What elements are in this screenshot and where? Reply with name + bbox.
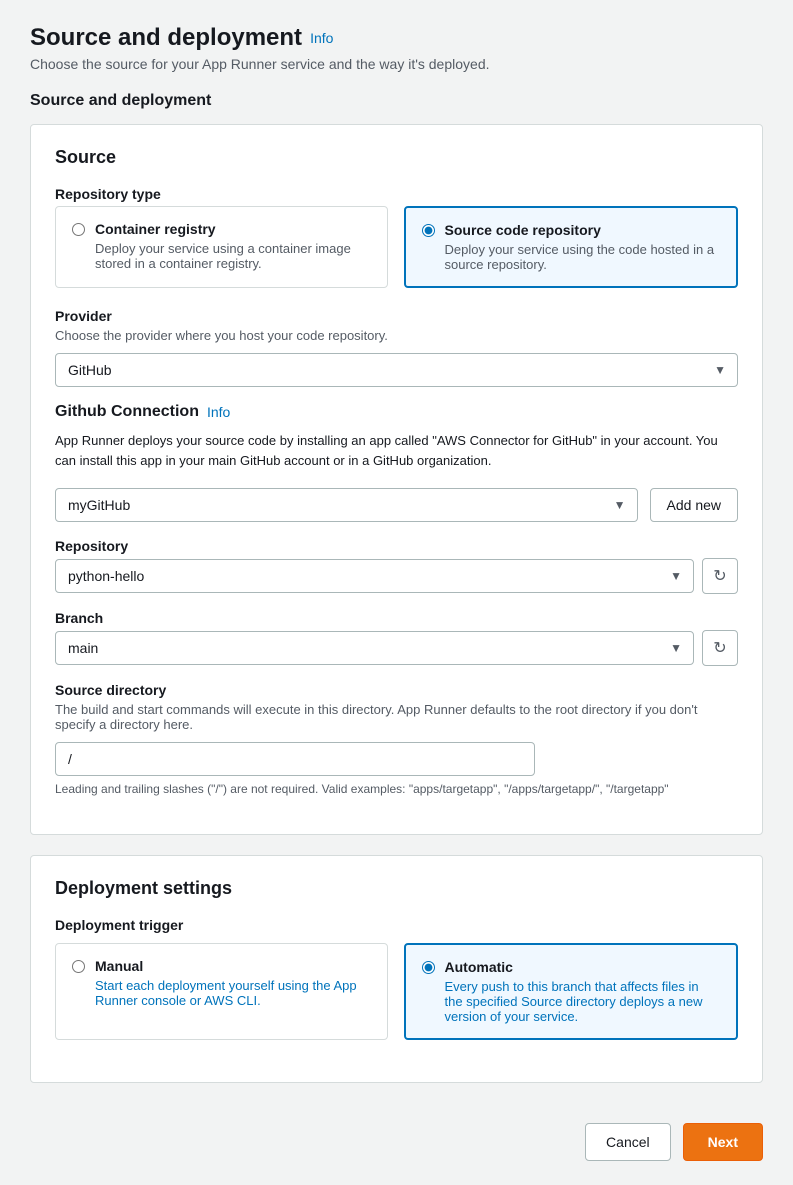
branch-label: Branch bbox=[55, 610, 738, 626]
add-new-button[interactable]: Add new bbox=[650, 488, 738, 522]
automatic-trigger-desc: Every push to this branch that affects f… bbox=[445, 979, 721, 1024]
source-code-repository-content: Source code repository Deploy your servi… bbox=[445, 222, 721, 272]
connection-row: myGitHub ▼ Add new bbox=[55, 488, 738, 522]
source-code-repository-radio[interactable] bbox=[422, 224, 435, 237]
footer-bar: Cancel Next bbox=[30, 1103, 763, 1161]
container-registry-radio[interactable] bbox=[72, 223, 85, 236]
branch-select-wrapper: main ▼ bbox=[55, 631, 694, 665]
source-code-repository-desc: Deploy your service using the code hoste… bbox=[445, 242, 721, 272]
container-registry-option[interactable]: Container registry Deploy your service u… bbox=[55, 206, 388, 288]
automatic-trigger-radio[interactable] bbox=[422, 961, 435, 974]
repository-select-wrapper: python-hello ▼ bbox=[55, 559, 694, 593]
deployment-settings-card: Deployment settings Deployment trigger M… bbox=[30, 855, 763, 1083]
branch-refresh-button[interactable]: ↻ bbox=[702, 630, 738, 666]
source-card: Source Repository type Container registr… bbox=[30, 124, 763, 835]
repository-label: Repository bbox=[55, 538, 738, 554]
github-connection-header: Github Connection Info bbox=[55, 403, 738, 421]
github-connection-desc: App Runner deploys your source code by i… bbox=[55, 431, 738, 470]
page-subtitle: Choose the source for your App Runner se… bbox=[30, 56, 763, 72]
source-input-row bbox=[55, 742, 738, 776]
manual-trigger-radio[interactable] bbox=[72, 960, 85, 973]
automatic-trigger-option[interactable]: Automatic Every push to this branch that… bbox=[404, 943, 739, 1040]
source-directory-hint: Leading and trailing slashes ("/") are n… bbox=[55, 782, 738, 796]
repository-row: python-hello ▼ ↻ bbox=[55, 558, 738, 594]
provider-select-wrapper: GitHub ▼ bbox=[55, 353, 738, 387]
source-code-repository-option[interactable]: Source code repository Deploy your servi… bbox=[404, 206, 739, 288]
manual-trigger-content: Manual Start each deployment yourself us… bbox=[95, 958, 371, 1008]
branch-row: main ▼ ↻ bbox=[55, 630, 738, 666]
container-registry-desc: Deploy your service using a container im… bbox=[95, 241, 371, 271]
source-code-repository-title: Source code repository bbox=[445, 222, 721, 238]
repository-refresh-button[interactable]: ↻ bbox=[702, 558, 738, 594]
container-registry-title: Container registry bbox=[95, 221, 371, 237]
next-button[interactable]: Next bbox=[683, 1123, 763, 1161]
page-info-link[interactable]: Info bbox=[310, 30, 333, 46]
connection-select-wrapper: myGitHub ▼ bbox=[55, 488, 638, 522]
page-title: Source and deployment bbox=[30, 24, 302, 52]
section-heading: Source and deployment bbox=[30, 92, 763, 110]
repository-type-group: Container registry Deploy your service u… bbox=[55, 206, 738, 288]
deployment-settings-title: Deployment settings bbox=[55, 878, 738, 899]
source-directory-label: Source directory bbox=[55, 682, 738, 698]
cancel-button[interactable]: Cancel bbox=[585, 1123, 671, 1161]
automatic-trigger-content: Automatic Every push to this branch that… bbox=[445, 959, 721, 1024]
deployment-trigger-group: Manual Start each deployment yourself us… bbox=[55, 943, 738, 1040]
repository-refresh-icon: ↻ bbox=[713, 566, 726, 586]
deployment-trigger-label: Deployment trigger bbox=[55, 917, 738, 933]
provider-select[interactable]: GitHub bbox=[55, 353, 738, 387]
manual-trigger-option[interactable]: Manual Start each deployment yourself us… bbox=[55, 943, 388, 1040]
provider-label: Provider bbox=[55, 308, 738, 324]
provider-desc: Choose the provider where you host your … bbox=[55, 328, 738, 343]
github-connection-info-link[interactable]: Info bbox=[207, 404, 230, 420]
branch-select[interactable]: main bbox=[55, 631, 694, 665]
manual-trigger-desc: Start each deployment yourself using the… bbox=[95, 978, 371, 1008]
repository-type-label: Repository type bbox=[55, 186, 738, 202]
automatic-trigger-title: Automatic bbox=[445, 959, 721, 975]
source-directory-desc: The build and start commands will execut… bbox=[55, 702, 738, 732]
container-registry-content: Container registry Deploy your service u… bbox=[95, 221, 371, 271]
branch-refresh-icon: ↻ bbox=[713, 638, 726, 658]
connection-select[interactable]: myGitHub bbox=[55, 488, 638, 522]
repository-select[interactable]: python-hello bbox=[55, 559, 694, 593]
source-directory-input-wrapper: Leading and trailing slashes ("/") are n… bbox=[55, 742, 738, 796]
source-directory-input[interactable] bbox=[55, 742, 535, 776]
manual-trigger-title: Manual bbox=[95, 958, 371, 974]
source-card-title: Source bbox=[55, 147, 738, 168]
github-connection-title: Github Connection bbox=[55, 403, 199, 421]
